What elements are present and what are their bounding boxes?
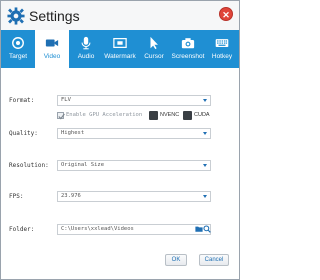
tab-video[interactable]: Video	[35, 30, 69, 68]
folder-icon[interactable]	[195, 225, 203, 233]
tab-label: Audio	[77, 53, 95, 60]
video-camera-icon	[45, 39, 59, 47]
tab-audio[interactable]: Audio	[69, 30, 103, 68]
tab-hotkey[interactable]: Hotkey	[205, 30, 239, 68]
tab-watermark[interactable]: Watermark	[103, 30, 137, 68]
chevron-down-icon	[203, 99, 207, 102]
checkmark-icon	[58, 113, 65, 120]
microphone-icon	[81, 36, 91, 50]
quality-value: Highest	[61, 130, 85, 136]
tab-label: Hotkey	[211, 53, 233, 60]
tab-label: Watermark	[104, 53, 136, 60]
cursor-icon	[150, 36, 158, 50]
settings-tab-bar: Target Video Audio Watermark Cursor Scre…	[1, 30, 239, 68]
fps-value: 23.976	[61, 193, 81, 199]
chevron-down-icon	[203, 195, 207, 198]
chevron-down-icon	[203, 164, 207, 167]
quality-label: Quality:	[9, 130, 38, 137]
format-select[interactable]: FLV	[57, 95, 211, 106]
tab-cursor[interactable]: Cursor	[137, 30, 171, 68]
tab-label: Cursor	[144, 53, 164, 60]
search-icon[interactable]	[203, 225, 211, 233]
folder-path-value: C:\Users\xxlead\Videos	[61, 226, 134, 232]
resolution-value: Original Size	[61, 162, 105, 168]
cancel-button[interactable]: Cancel	[199, 254, 229, 266]
tab-screenshot[interactable]: Screenshot	[171, 30, 205, 68]
tab-label: Screenshot	[171, 53, 205, 60]
cuda-icon	[183, 111, 192, 120]
gpu-acceleration-row: Enable GPU Acceleration NVENC CUDA	[57, 111, 217, 121]
close-button[interactable]: ✕	[219, 7, 233, 21]
tab-target[interactable]: Target	[1, 30, 35, 68]
folder-path-field[interactable]: C:\Users\xxlead\Videos	[57, 224, 211, 235]
tab-label: Target	[8, 53, 28, 60]
title-bar: Settings ✕	[1, 1, 239, 30]
cuda-label: CUDA	[194, 112, 210, 118]
watermark-icon	[113, 38, 127, 48]
target-icon	[12, 37, 24, 49]
resolution-label: Resolution:	[9, 162, 49, 169]
folder-row: C:\Users\xxlead\Videos	[57, 224, 211, 235]
video-settings-panel: Format: FLV Enable GPU Acceleration NVEN…	[1, 68, 239, 279]
tab-label: Video	[43, 53, 61, 60]
keyboard-icon	[215, 39, 229, 47]
nvenc-icon	[149, 111, 158, 120]
chevron-down-icon	[203, 132, 207, 135]
window-title: Settings	[29, 7, 80, 24]
gpu-acceleration-checkbox[interactable]	[57, 112, 65, 120]
resolution-select[interactable]: Original Size	[57, 160, 211, 171]
gear-icon	[7, 6, 25, 25]
quality-select[interactable]: Highest	[57, 128, 211, 139]
format-value: FLV	[61, 97, 71, 103]
close-icon: ✕	[222, 10, 230, 20]
nvenc-label: NVENC	[160, 112, 180, 118]
ok-button[interactable]: OK	[165, 254, 187, 266]
fps-label: FPS:	[9, 193, 24, 200]
settings-window: Settings ✕ Target Video Audio Watermark …	[0, 0, 240, 280]
camera-icon	[181, 38, 195, 49]
gpu-acceleration-label: Enable GPU Acceleration	[66, 112, 143, 118]
format-label: Format:	[9, 97, 35, 104]
folder-label: Folder:	[9, 226, 35, 233]
fps-select[interactable]: 23.976	[57, 191, 211, 202]
